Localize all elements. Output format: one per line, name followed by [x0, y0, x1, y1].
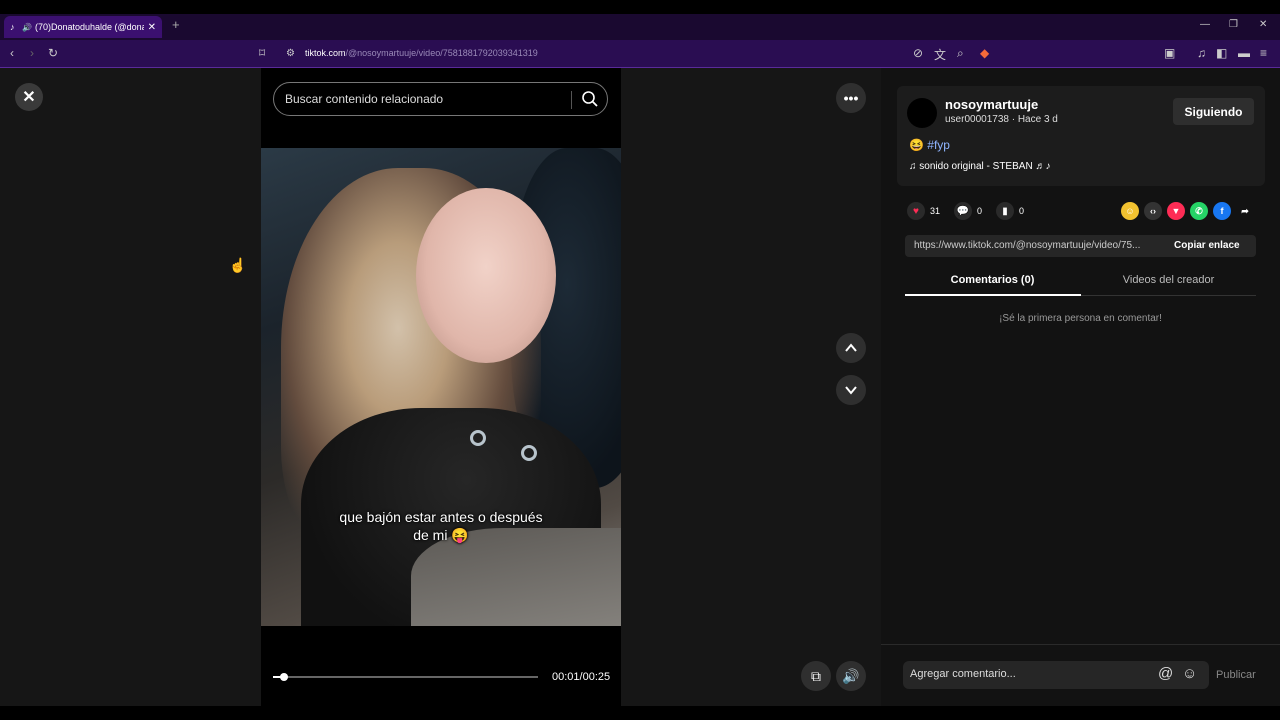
- comment-count: 0: [977, 206, 983, 216]
- browser-tab-title: (70)Donatoduhalde (@donat: [34, 22, 144, 32]
- video-caption: que bajón estar antes o después de mi 😝: [301, 508, 581, 544]
- back-icon[interactable]: ‹: [10, 46, 14, 60]
- browser-toolbar: ‹ › ↻ ⌑ ⚙ tiktok.com/@nosoymartuuje/vide…: [0, 40, 1280, 68]
- footer-divider: [881, 644, 1280, 645]
- copy-link-box: https://www.tiktok.com/@nosoymartuuje/vi…: [905, 235, 1256, 257]
- brave-shield-icon[interactable]: ◆: [980, 46, 989, 60]
- whatsapp-icon[interactable]: ✆: [1190, 202, 1208, 220]
- jacket-eyelet: [521, 445, 537, 461]
- no-tracking-icon[interactable]: ⊘: [913, 46, 923, 60]
- tiktok-favicon-icon: ♪: [10, 22, 15, 32]
- search-icon[interactable]: [581, 90, 599, 108]
- like-icon[interactable]: ♥: [907, 202, 925, 220]
- engagement-actions: ♥ 31 💬 0 ▮ 0: [907, 202, 1038, 220]
- bookmark-icon[interactable]: ⌑: [259, 46, 265, 60]
- reload-icon[interactable]: ↻: [48, 46, 58, 60]
- volume-button[interactable]: 🔊: [836, 661, 866, 691]
- tab-close-icon[interactable]: ✕: [148, 22, 156, 33]
- post-info-card: nosoymartuuje user00001738 · Hace 3 d Si…: [897, 86, 1265, 186]
- restore-icon[interactable]: ❐: [1229, 19, 1238, 30]
- more-options-button[interactable]: •••: [836, 83, 866, 113]
- search-input[interactable]: [285, 92, 565, 106]
- copy-link-button[interactable]: Copiar enlace: [1174, 240, 1240, 251]
- url-host: tiktok.com: [305, 48, 346, 58]
- friends-share-icon[interactable]: ☺: [1121, 202, 1139, 220]
- details-panel: nosoymartuuje user00001738 · Hace 3 d Si…: [881, 68, 1280, 706]
- tab-creator-videos[interactable]: Videos del creador: [1081, 274, 1256, 286]
- jacket-eyelet: [470, 430, 486, 446]
- sound-name: sonido original - STEBAN ♬♪: [919, 161, 1051, 172]
- previous-video-button[interactable]: [836, 333, 866, 363]
- sound-row[interactable]: ♫ sonido original - STEBAN ♬♪: [909, 161, 1050, 172]
- search-divider: [571, 91, 572, 109]
- author-username[interactable]: nosoymartuuje: [945, 97, 1038, 112]
- progress-knob[interactable]: [279, 673, 288, 681]
- translate-icon[interactable]: 文: [934, 46, 946, 63]
- share-buttons: ☺ ‹› ▼ ✆ f ➦: [1121, 202, 1259, 220]
- forward-icon[interactable]: ›: [30, 46, 34, 60]
- url-path: /@nosoymartuuje/video/758188179203934131…: [345, 48, 538, 58]
- zoom-icon[interactable]: ⌕: [957, 46, 964, 61]
- close-icon: ✕: [22, 89, 36, 106]
- audio-playing-icon[interactable]: 🔊: [22, 23, 32, 32]
- chevron-up-icon: [845, 343, 857, 352]
- page: ✕ que bajón estar antes o después de mi …: [0, 68, 1280, 706]
- panel-tabs: Comentarios (0) Videos del creador: [905, 268, 1256, 296]
- bottom-strip: [0, 706, 1280, 720]
- media-icon[interactable]: ♫: [1197, 46, 1206, 60]
- embed-icon[interactable]: ‹›: [1144, 202, 1162, 220]
- post-description: 😆 #fyp: [909, 138, 950, 152]
- time-display: 00:01/00:25: [552, 671, 611, 683]
- address-bar[interactable]: tiktok.com/@nosoymartuuje/video/75818817…: [305, 48, 538, 58]
- video-face: [416, 188, 556, 363]
- chevron-down-icon: [845, 386, 857, 395]
- author-subline: user00001738 · Hace 3 d: [945, 114, 1058, 125]
- next-video-button[interactable]: [836, 375, 866, 405]
- more-icon: •••: [843, 90, 859, 106]
- new-tab-button[interactable]: +: [172, 17, 180, 32]
- like-count: 31: [930, 206, 941, 216]
- browser-tab[interactable]: ♪ 🔊 (70)Donatoduhalde (@donat ✕: [4, 16, 162, 38]
- menu-icon[interactable]: ≡: [1260, 46, 1267, 60]
- mention-icon[interactable]: @: [1158, 665, 1173, 682]
- facebook-icon[interactable]: f: [1213, 202, 1231, 220]
- publish-button[interactable]: Publicar: [1216, 669, 1256, 681]
- pip-icon: ⧉: [811, 667, 821, 684]
- caption-line-2: de mi 😝: [413, 527, 469, 543]
- save-count: 0: [1019, 206, 1025, 216]
- window-close-icon[interactable]: ✕: [1259, 19, 1267, 30]
- tab-comments[interactable]: Comentarios (0): [905, 274, 1080, 286]
- send-icon[interactable]: ▼: [1167, 202, 1185, 220]
- emoji-icon: 😆: [909, 138, 924, 152]
- mouse-cursor-icon: ☝: [229, 257, 247, 273]
- close-viewer-button[interactable]: ✕: [15, 83, 43, 111]
- caption-line-1: que bajón estar antes o después: [339, 509, 543, 525]
- video-link: https://www.tiktok.com/@nosoymartuuje/vi…: [914, 240, 1141, 251]
- comment-input[interactable]: [910, 668, 1150, 680]
- extensions-icon[interactable]: ▬: [1238, 46, 1250, 60]
- left-backdrop: [0, 68, 261, 706]
- video-frame[interactable]: que bajón estar antes o después de mi 😝: [261, 148, 621, 626]
- music-note-icon: ♫: [909, 161, 917, 172]
- wallet-icon[interactable]: ▣: [1164, 46, 1175, 60]
- browser-tab-bar: ♪ 🔊 (70)Donatoduhalde (@donat ✕ + — ❐ ✕: [0, 14, 1280, 40]
- comment-box: @ ☺: [903, 661, 1209, 689]
- related-search-bar: [273, 82, 608, 116]
- following-button[interactable]: Siguiendo: [1173, 98, 1254, 125]
- hashtag-link[interactable]: #fyp: [927, 138, 950, 152]
- avatar[interactable]: [907, 98, 937, 128]
- minimize-icon[interactable]: —: [1200, 19, 1210, 30]
- emoji-picker-icon[interactable]: ☺: [1182, 665, 1197, 682]
- video-player[interactable]: que bajón estar antes o después de mi 😝 …: [261, 68, 621, 706]
- active-tab-underline: [905, 294, 1081, 296]
- site-info-icon[interactable]: ⚙: [286, 48, 295, 59]
- sidebar-icon[interactable]: ◧: [1216, 46, 1227, 60]
- floating-player-button[interactable]: ⧉: [801, 661, 831, 691]
- comment-icon[interactable]: 💬: [954, 202, 973, 220]
- volume-icon: 🔊: [842, 667, 860, 684]
- no-comments-message: ¡Sé la primera persona en comentar!: [999, 313, 1162, 324]
- bookmark-icon[interactable]: ▮: [996, 202, 1015, 220]
- progress-bar[interactable]: [273, 673, 538, 681]
- share-arrow-icon[interactable]: ➦: [1236, 202, 1254, 220]
